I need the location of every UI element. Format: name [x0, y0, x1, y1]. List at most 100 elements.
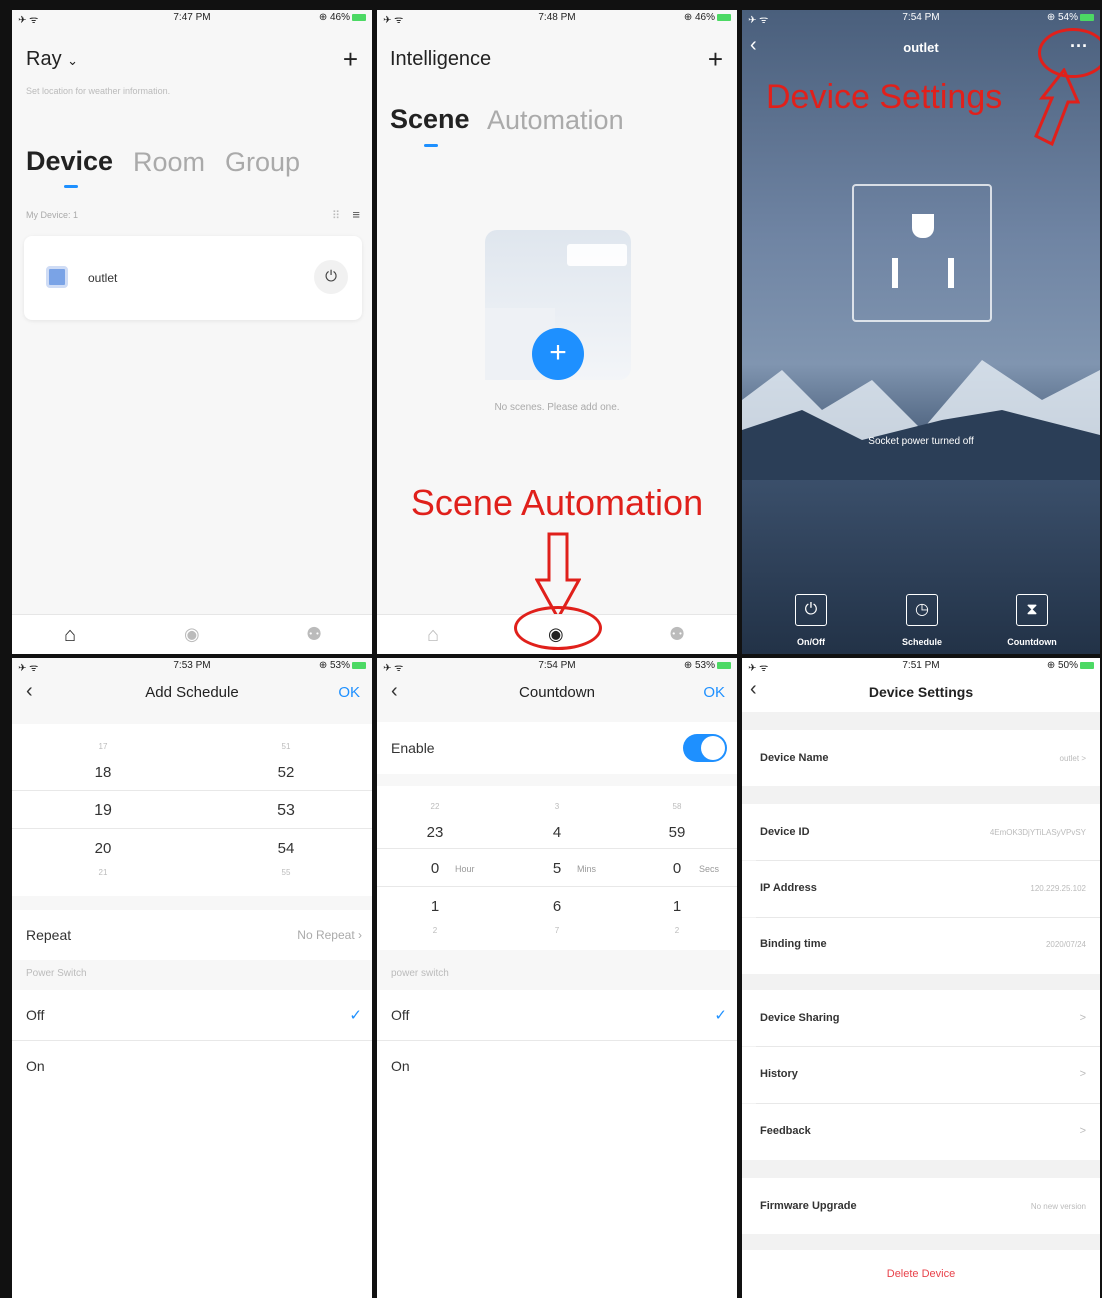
picker-minute-selected: 53: [277, 802, 295, 819]
bottom-tab-bar: ⌂ ◉ ⚉: [12, 614, 372, 654]
grid-view-icon[interactable]: ⠿: [332, 209, 340, 222]
on-off-button[interactable]: ⏻: [795, 594, 827, 626]
picker-value: 3: [554, 802, 560, 811]
picker-minute-value: 54: [277, 840, 295, 857]
row-ip-address: IP Address 120.229.25.102: [742, 861, 1100, 917]
row-value: 120.229.25.102: [1030, 884, 1086, 893]
tab-indicator: [64, 185, 78, 188]
home-tab-icon[interactable]: ⌂: [64, 624, 76, 647]
enable-row: Enable: [377, 722, 737, 774]
picker-hour-value: 18: [94, 764, 112, 781]
page-title: Intelligence: [390, 48, 492, 70]
schedule-button[interactable]: ◷: [906, 594, 938, 626]
device-count: My Device: 1: [26, 210, 79, 220]
device-control-panel: ✈ ᯤ 7:54 PM ⊕ 54% ‹ outlet ··· Device Se…: [742, 10, 1100, 654]
profile-tab-icon[interactable]: ⚉: [669, 624, 685, 645]
page-title: Device Settings: [868, 684, 974, 700]
chevron-right-icon: >: [1079, 1012, 1086, 1024]
picker-value: 59: [668, 824, 686, 841]
tab-group[interactable]: Group: [225, 147, 300, 178]
status-bar: ✈ ᯤ 7:54 PM ⊕ 53%: [377, 658, 737, 674]
home-screen-panel: ✈ ᯤ 7:47 PM ⊕ 46% Ray ⌄ + Set location f…: [12, 10, 372, 654]
tab-automation[interactable]: Automation: [487, 105, 624, 136]
status-battery: ⊕ 46%: [319, 12, 366, 23]
option-label: On: [391, 1058, 410, 1074]
delete-device-button[interactable]: Delete Device: [742, 1268, 1100, 1280]
picker-value: 58: [672, 802, 682, 811]
repeat-row[interactable]: Repeat No Repeat ›: [12, 910, 372, 960]
add-scene-fab[interactable]: +: [532, 328, 584, 380]
row-device-name[interactable]: Device Name outlet >: [742, 730, 1100, 786]
row-device-id: Device ID 4EmOK3DjYTiLASyVPvSY: [742, 804, 1100, 860]
scene-tab-icon[interactable]: ◉: [184, 624, 200, 645]
section-header: Power Switch: [26, 968, 87, 979]
tab-room[interactable]: Room: [133, 147, 205, 178]
row-label: Binding time: [760, 938, 827, 950]
status-bar: ✈ ᯤ 7:48 PM ⊕ 46%: [377, 10, 737, 26]
picker-hour-value: 17: [98, 742, 108, 751]
profile-tab-icon[interactable]: ⚉: [306, 624, 322, 645]
status-battery: ⊕ 54%: [1047, 12, 1094, 23]
ok-button[interactable]: OK: [338, 684, 360, 701]
outlet-icon: [46, 266, 68, 288]
ok-button[interactable]: OK: [703, 684, 725, 701]
option-on[interactable]: On: [377, 1041, 737, 1091]
chevron-right-icon: >: [1079, 1125, 1086, 1137]
picker-minute-value: 52: [277, 764, 295, 781]
chevron-right-icon: >: [1079, 1068, 1086, 1080]
add-device-button[interactable]: +: [343, 44, 358, 75]
add-scene-button[interactable]: +: [708, 44, 723, 75]
picker-second-selected: 0: [672, 860, 682, 877]
home-tab-icon[interactable]: ⌂: [427, 624, 439, 647]
row-label: Device Name: [760, 752, 829, 764]
row-value: outlet >: [1059, 754, 1086, 763]
status-bar: ✈ ᯤ 7:54 PM ⊕ 54%: [742, 10, 1100, 26]
row-firmware-upgrade[interactable]: Firmware Upgrade No new version: [742, 1178, 1100, 1234]
power-toggle-button[interactable]: ⏻: [314, 260, 348, 294]
option-on[interactable]: On: [12, 1041, 372, 1091]
row-binding-time: Binding time 2020/07/24: [742, 918, 1100, 974]
blank-area: [377, 1091, 737, 1298]
picker-value: 2: [674, 926, 680, 935]
repeat-value: No Repeat ›: [297, 928, 362, 942]
option-off[interactable]: Off ✓: [12, 990, 372, 1040]
row-feedback[interactable]: Feedback >: [742, 1104, 1100, 1160]
tab-scene[interactable]: Scene: [390, 104, 470, 135]
home-selector[interactable]: Ray ⌄: [26, 48, 78, 71]
row-value: 2020/07/24: [1045, 940, 1086, 949]
device-settings-panel: ✈ ᯤ 7:51 PM ⊕ 50% ‹ Device Settings Devi…: [742, 658, 1100, 1298]
enable-toggle[interactable]: [683, 734, 727, 762]
on-off-label: On/Off: [797, 637, 825, 647]
checkmark-icon: ✓: [349, 1007, 362, 1024]
row-label: History: [760, 1068, 798, 1080]
picker-minute-value: 51: [281, 742, 291, 751]
countdown-button[interactable]: ⧗: [1016, 594, 1048, 626]
picker-hour-selected: 19: [94, 802, 112, 819]
countdown-label: Countdown: [1007, 637, 1057, 647]
page-title: Countdown: [519, 684, 595, 701]
blank-area: [12, 1091, 372, 1298]
row-history[interactable]: History >: [742, 1047, 1100, 1103]
picker-value: 4: [552, 824, 562, 841]
picker-value: 1: [672, 898, 682, 915]
status-battery: ⊕ 53%: [684, 660, 731, 671]
repeat-label: Repeat: [26, 927, 72, 943]
list-view-icon[interactable]: ≡: [352, 207, 360, 222]
tab-device[interactable]: Device: [26, 146, 113, 177]
time-picker[interactable]: 17 18 19 20 21 51 52 53 54 55: [12, 724, 372, 896]
picker-value: 1: [430, 898, 440, 915]
option-off[interactable]: Off ✓: [377, 990, 737, 1040]
picker-value: 22: [430, 802, 440, 811]
row-label: IP Address: [760, 882, 817, 894]
row-device-sharing[interactable]: Device Sharing >: [742, 990, 1100, 1046]
duration-picker[interactable]: 22 23 0 1 2 Hour 3 4 5 6 7 Mins 58 59 0 …: [377, 786, 737, 950]
section-header: power switch: [391, 968, 449, 979]
status-message: Socket power turned off: [868, 436, 974, 447]
picker-value: 23: [426, 824, 444, 841]
picker-hour-value: 20: [94, 840, 112, 857]
page-title: Add Schedule: [145, 684, 239, 701]
weather-hint[interactable]: Set location for weather information.: [26, 86, 170, 96]
status-battery: ⊕ 46%: [684, 12, 731, 23]
device-card-outlet[interactable]: outlet ⏻: [24, 236, 362, 320]
row-label: Firmware Upgrade: [760, 1200, 857, 1212]
